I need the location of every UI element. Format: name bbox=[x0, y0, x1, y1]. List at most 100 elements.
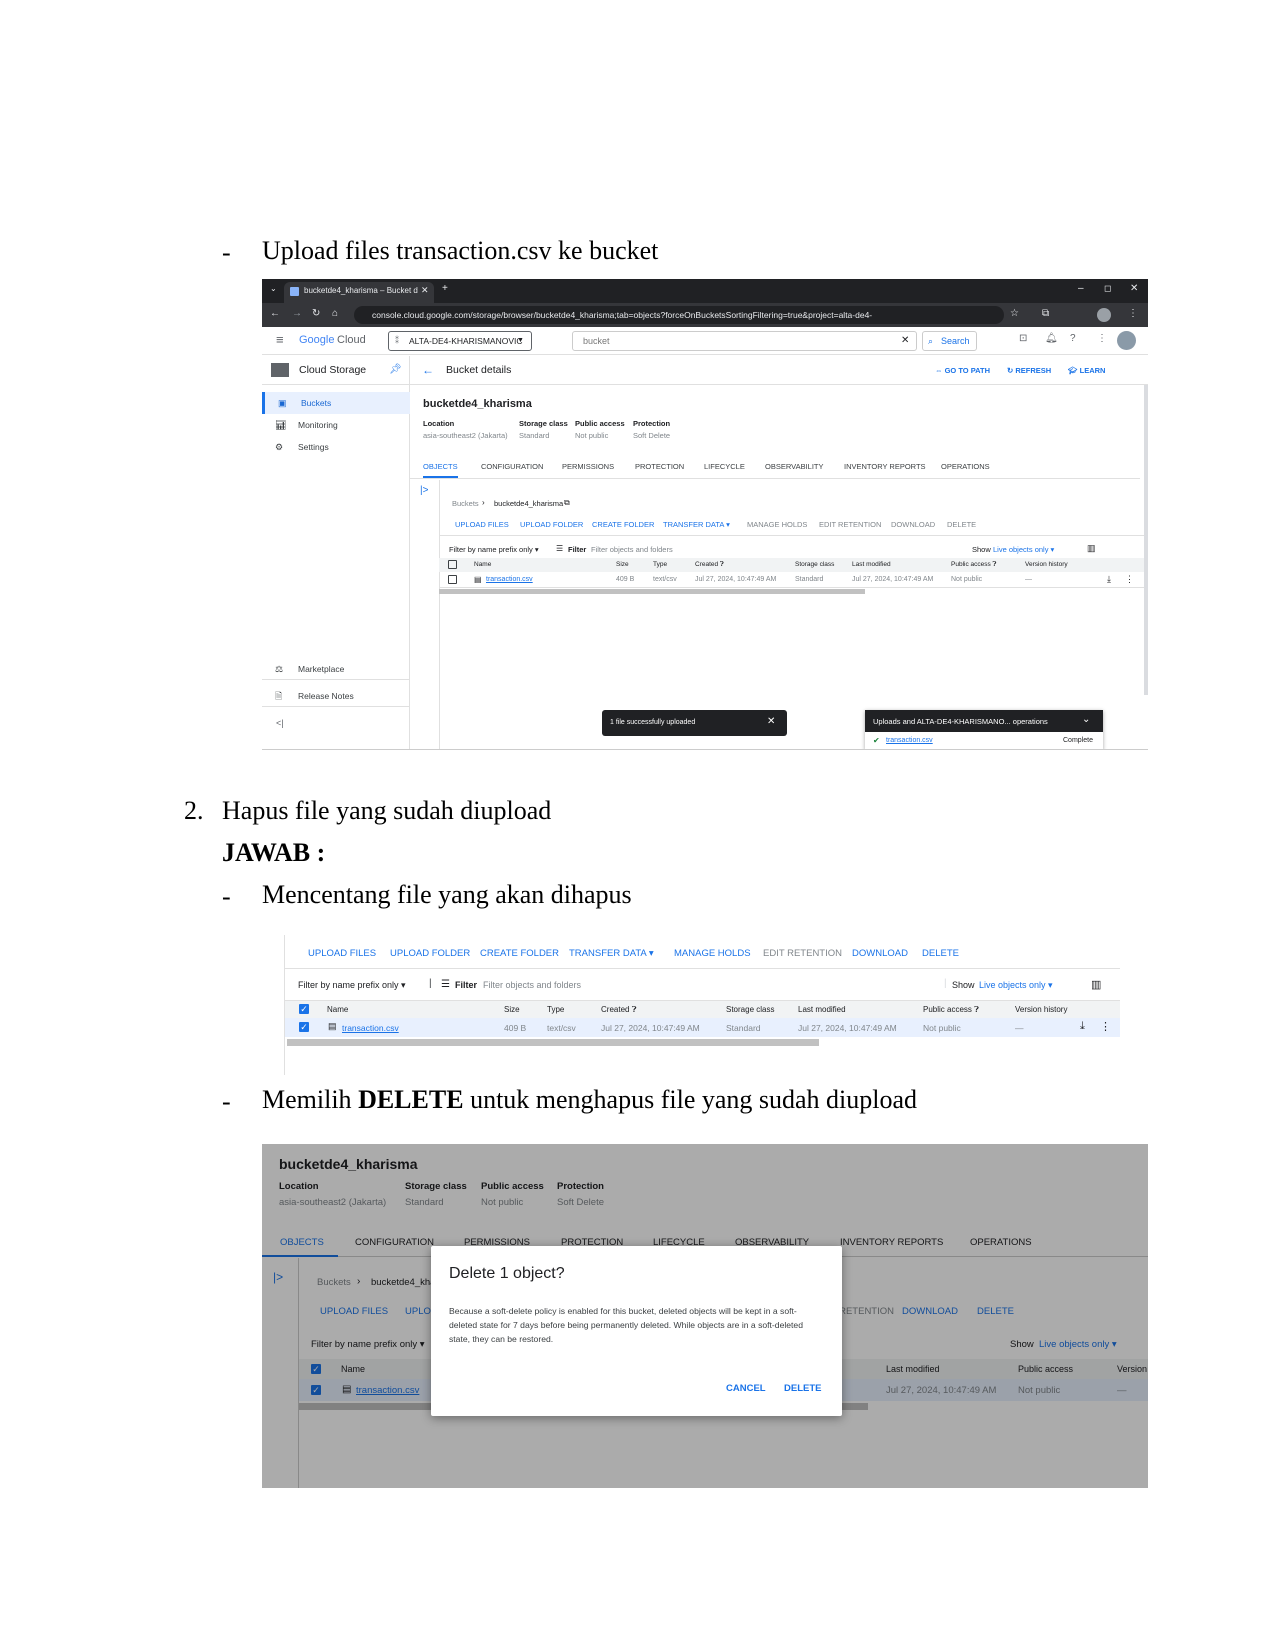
delete-button[interactable]: DELETE bbox=[947, 520, 976, 529]
transfer-data-button[interactable]: TRANSFER DATA ▾ bbox=[663, 520, 730, 529]
snackbar-close-icon[interactable]: ✕ bbox=[767, 716, 775, 727]
hamburger-menu-icon[interactable]: ≡ bbox=[276, 332, 284, 347]
upload-files-button[interactable]: UPLOAD FILES bbox=[455, 520, 509, 529]
tab-inventory-reports[interactable]: INVENTORY REPORTS bbox=[844, 462, 926, 471]
sidebar-item-marketplace[interactable]: ⚖ Marketplace bbox=[262, 658, 410, 680]
sidebar-item-release-notes[interactable]: 🗎︎ Release Notes bbox=[262, 685, 410, 707]
sidebar-item-settings[interactable]: ⚙ Settings bbox=[262, 436, 410, 458]
download-button[interactable]: DOWNLOAD bbox=[891, 520, 935, 529]
cell-public-access: Not public bbox=[923, 1023, 961, 1033]
restore-icon[interactable]: ◻ bbox=[1104, 283, 1111, 294]
tab-operations[interactable]: OPERATIONS bbox=[941, 462, 990, 471]
search-button[interactable]: ⌕ Search bbox=[922, 331, 977, 351]
show-select[interactable]: Live objects only ▾ bbox=[993, 545, 1054, 554]
tab-permissions[interactable]: PERMISSIONS bbox=[562, 462, 614, 471]
browser-menu-icon[interactable]: ⋮ bbox=[1128, 308, 1138, 319]
filter-input[interactable]: Filter objects and folders bbox=[483, 980, 581, 990]
create-folder-button[interactable]: CREATE FOLDER bbox=[480, 948, 559, 959]
header-created-label: Created bbox=[695, 561, 719, 568]
collapse-chevron-icon[interactable]: ⌄ bbox=[1082, 714, 1090, 725]
url-field[interactable]: console.cloud.google.com/storage/browser… bbox=[354, 306, 1004, 324]
project-selector[interactable]: ⁑ ALTA-DE4-KHARISMANOVIC ▼ bbox=[388, 331, 532, 351]
delete-button[interactable]: DELETE bbox=[922, 948, 959, 959]
row-menu-icon[interactable]: ⋮ bbox=[1125, 574, 1134, 585]
file-name-link[interactable]: transaction.csv bbox=[486, 576, 533, 583]
show-select[interactable]: Live objects only ▾ bbox=[979, 980, 1053, 991]
cancel-button[interactable]: CANCEL bbox=[726, 1383, 766, 1394]
file-name-link[interactable]: transaction.csv bbox=[342, 1023, 399, 1033]
edit-retention-button[interactable]: EDIT RETENTION bbox=[763, 948, 842, 959]
transfer-data-button[interactable]: TRANSFER DATA ▾ bbox=[569, 948, 654, 959]
table-row[interactable]: ✓ ▤ transaction.csv 409 B text/csv Jul 2… bbox=[285, 1018, 1120, 1037]
refresh-button[interactable]: ↻ REFRESH bbox=[1007, 366, 1051, 375]
download-icon[interactable]: ⤓ bbox=[1107, 574, 1111, 585]
copy-icon[interactable]: ⧉ bbox=[564, 498, 570, 508]
back-icon[interactable]: ← bbox=[270, 308, 280, 319]
create-folder-button[interactable]: CREATE FOLDER bbox=[592, 520, 654, 529]
edit-retention-button[interactable]: EDIT RETENTION bbox=[819, 520, 881, 529]
clear-search-icon[interactable]: ✕ bbox=[901, 332, 909, 350]
sidebar-item-buckets[interactable]: ▣ Buckets bbox=[262, 392, 410, 414]
horizontal-scrollbar[interactable] bbox=[287, 1039, 819, 1046]
pin-icon[interactable]: 📌︎ bbox=[389, 364, 402, 375]
tab-configuration[interactable]: CONFIGURATION bbox=[481, 462, 543, 471]
back-arrow-icon[interactable]: ← bbox=[422, 363, 434, 377]
bookmark-star-icon[interactable]: ☆ bbox=[1010, 308, 1019, 319]
minimize-icon[interactable]: – bbox=[1078, 283, 1084, 294]
go-to-path-button[interactable]: ⇔ GO TO PATH bbox=[935, 366, 990, 375]
uploads-panel-header[interactable]: Uploads and ALTA-DE4-KHARISMANO... opera… bbox=[865, 710, 1103, 732]
filter-prefix-select[interactable]: Filter by name prefix only ▾ bbox=[449, 545, 539, 554]
tab-protection[interactable]: PROTECTION bbox=[635, 462, 684, 471]
divider bbox=[439, 535, 1144, 536]
sidebar-item-monitoring[interactable]: 📊︎ Monitoring bbox=[262, 414, 410, 436]
extensions-icon[interactable]: ⧉ bbox=[1042, 308, 1049, 319]
cell-created: Jul 27, 2024, 10:47:49 AM bbox=[601, 1023, 700, 1033]
tab-objects[interactable]: OBJECTS bbox=[423, 462, 458, 478]
tab-search-icon[interactable]: ⌄ bbox=[270, 284, 277, 293]
cloud-logo[interactable]: Cloud bbox=[337, 334, 366, 346]
manage-holds-button[interactable]: MANAGE HOLDS bbox=[674, 948, 751, 959]
cloud-shell-icon[interactable]: ⊡ bbox=[1019, 333, 1027, 344]
bell-icon[interactable]: 🔔︎ bbox=[1045, 333, 1058, 344]
reload-icon[interactable]: ↻ bbox=[312, 308, 320, 319]
table-row[interactable]: ▤ transaction.csv 409 B text/csv Jul 27,… bbox=[439, 572, 1144, 588]
browser-tab[interactable]: bucketde4_kharisma – Bucket d ✕ bbox=[284, 282, 434, 303]
tab-close-icon[interactable]: ✕ bbox=[421, 285, 429, 296]
breadcrumb-root[interactable]: Buckets bbox=[452, 499, 479, 508]
chevron-right-icon: › bbox=[482, 498, 485, 507]
account-avatar[interactable] bbox=[1117, 331, 1136, 350]
home-icon[interactable]: ⌂ bbox=[332, 308, 338, 319]
profile-avatar[interactable] bbox=[1097, 308, 1111, 322]
tab-observability[interactable]: OBSERVABILITY bbox=[765, 462, 824, 471]
column-display-icon[interactable]: ▥ bbox=[1087, 543, 1096, 554]
tab-lifecycle[interactable]: LIFECYCLE bbox=[704, 462, 745, 471]
filter-input[interactable]: Filter objects and folders bbox=[591, 545, 673, 554]
expand-panel-icon[interactable]: |> bbox=[420, 485, 428, 496]
filter-prefix-select[interactable]: Filter by name prefix only ▾ bbox=[298, 980, 406, 991]
uploaded-file-link[interactable]: transaction.csv bbox=[886, 737, 933, 744]
search-input[interactable]: bucket ✕ bbox=[572, 331, 917, 351]
manage-holds-button[interactable]: MANAGE HOLDS bbox=[747, 520, 807, 529]
row-checkbox[interactable]: ✓ bbox=[299, 1022, 309, 1032]
upload-folder-button[interactable]: UPLOAD FOLDER bbox=[390, 948, 470, 959]
forward-icon[interactable]: → bbox=[292, 308, 302, 319]
more-vert-icon[interactable]: ⋮ bbox=[1097, 333, 1107, 344]
new-tab-button[interactable]: + bbox=[442, 283, 448, 294]
learn-button[interactable]: 🎓︎ LEARN bbox=[1068, 366, 1105, 375]
upload-folder-button[interactable]: UPLOAD FOLDER bbox=[520, 520, 583, 529]
google-logo[interactable]: Google bbox=[299, 334, 334, 346]
upload-files-button[interactable]: UPLOAD FILES bbox=[308, 948, 376, 959]
vertical-scrollbar[interactable] bbox=[1144, 385, 1148, 695]
download-button[interactable]: DOWNLOAD bbox=[852, 948, 908, 959]
column-display-icon[interactable]: ▥ bbox=[1091, 978, 1101, 991]
confirm-delete-button[interactable]: DELETE bbox=[784, 1383, 821, 1394]
help-icon[interactable]: ? bbox=[1070, 333, 1076, 344]
select-all-checkbox[interactable]: ✓ bbox=[299, 1004, 309, 1014]
collapse-sidebar-icon[interactable]: <| bbox=[276, 718, 284, 728]
horizontal-scrollbar[interactable] bbox=[439, 589, 865, 594]
window-close-icon[interactable]: ✕ bbox=[1130, 283, 1138, 294]
row-menu-icon[interactable]: ⋮ bbox=[1100, 1020, 1111, 1033]
download-icon[interactable]: ⤓ bbox=[1080, 1020, 1085, 1033]
select-all-checkbox[interactable] bbox=[448, 560, 457, 569]
row-checkbox[interactable] bbox=[448, 575, 457, 584]
